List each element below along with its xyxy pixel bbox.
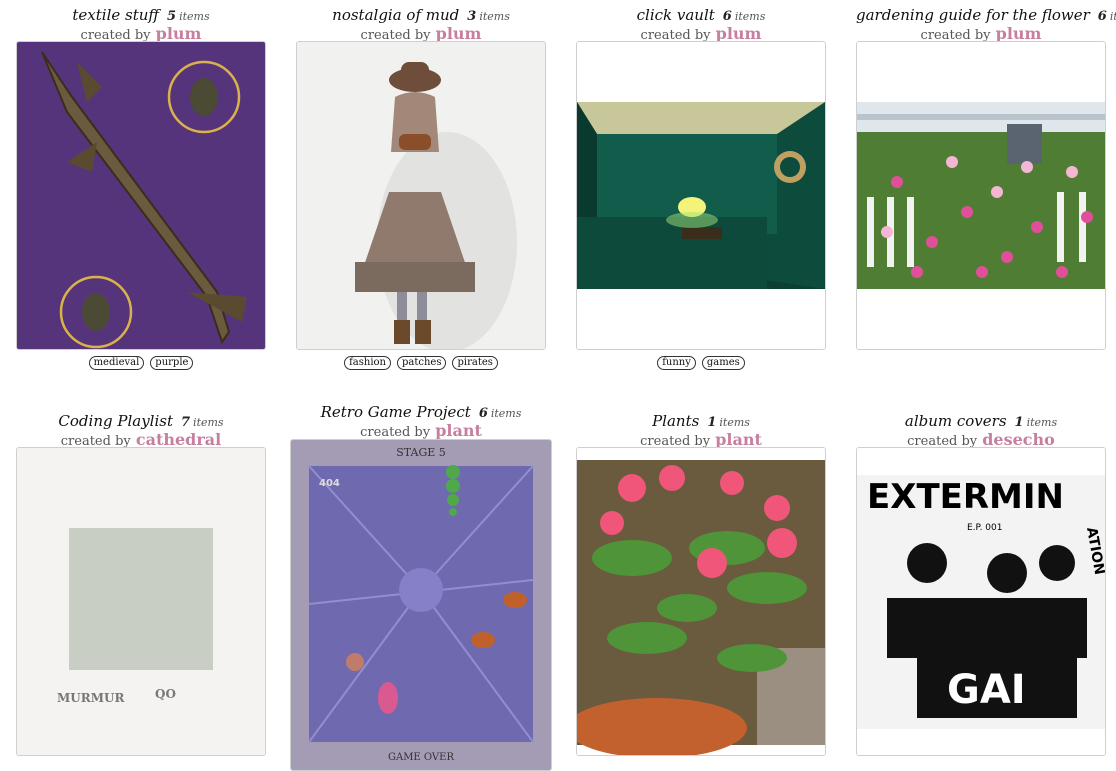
collection-title[interactable]: Coding Playlist <box>58 412 173 430</box>
collection-cover-image[interactable] <box>576 447 826 756</box>
tag-list: funny games <box>576 356 826 370</box>
item-count: 7 <box>181 415 191 430</box>
tag[interactable]: patches <box>397 356 447 370</box>
punk-cover: EXTERMIN ATION E.P. 001 GAI <box>857 448 1105 755</box>
collection-cover-image[interactable] <box>856 41 1106 350</box>
collection-card: gardening guide for the flower6items cre… <box>856 6 1116 350</box>
items-label: items <box>1026 416 1058 429</box>
cover-text-1: MURMUR <box>57 691 125 705</box>
collection-header: Retro Game Project 6 items created by plan… <box>290 403 552 441</box>
collection-title[interactable]: click vault <box>637 6 715 24</box>
cover-gai: GAI <box>947 667 1026 713</box>
collection-header: nostalgia of mud 3 items created by plum <box>296 6 546 44</box>
fashion-cover <box>297 42 545 349</box>
room-cover <box>577 42 825 349</box>
item-count: 5 <box>167 9 177 24</box>
item-count: 1 <box>707 415 717 430</box>
creator-link[interactable]: plant <box>435 421 482 440</box>
collection-card: click vault 6 items created by plum funny … <box>576 6 826 370</box>
items-label: items <box>490 407 522 420</box>
collection-title[interactable]: album covers <box>905 412 1007 430</box>
collection-cover-image[interactable]: MURMUR QO <box>16 447 266 756</box>
item-count: 6 <box>478 406 488 421</box>
collection-cover-image[interactable]: EXTERMIN ATION E.P. 001 GAI <box>856 447 1106 756</box>
tag-list: medieval purple <box>16 356 266 370</box>
ep-label: E.P. 001 <box>967 523 1002 533</box>
collection-title[interactable]: Retro Game Project <box>321 403 471 421</box>
plant-cover <box>577 448 825 755</box>
collection-card: Retro Game Project 6 items created by plan… <box>290 403 552 771</box>
score-label: 404 <box>319 478 340 489</box>
collection-title[interactable]: gardening guide for the flower <box>856 6 1090 24</box>
item-count: 1 <box>1014 415 1024 430</box>
item-count: 3 <box>467 9 477 24</box>
cover-text-2: QO <box>155 687 176 701</box>
collection-card: textile stuff 5 items created by plum medi… <box>16 6 266 370</box>
item-count: 6 <box>1097 9 1107 24</box>
collection-header: textile stuff 5 items created by plum <box>16 6 266 44</box>
garden-cover <box>857 42 1105 349</box>
collection-header: gardening guide for the flower6items cre… <box>856 6 1116 44</box>
collection-header: Coding Playlist 7 items created by cathedr… <box>16 412 266 450</box>
band-name: EXTERMIN <box>867 477 1064 517</box>
collection-card: nostalgia of mud 3 items created by plum f… <box>296 6 546 370</box>
tag[interactable]: purple <box>150 356 194 370</box>
created-by-label: created by <box>360 425 431 440</box>
collection-cover-image[interactable] <box>16 41 266 350</box>
collection-card: album covers 1 items created by desecho EX… <box>856 412 1106 756</box>
items-label: items <box>179 10 210 23</box>
collection-title[interactable]: nostalgia of mud <box>332 6 459 24</box>
collection-cover-image[interactable] <box>296 41 546 350</box>
tag[interactable]: medieval <box>88 356 145 370</box>
items-label: items <box>479 10 510 23</box>
game-over-label: GAME OVER <box>388 752 454 763</box>
collection-title[interactable]: textile stuff <box>72 6 159 24</box>
collection-title[interactable]: Plants <box>652 412 699 430</box>
collection-card: Coding Playlist 7 items created by cathedr… <box>16 412 266 756</box>
tag[interactable]: funny <box>657 356 696 370</box>
tag[interactable]: games <box>701 356 745 370</box>
tag-list: fashion patches pirates <box>296 356 546 370</box>
collection-cover-image[interactable] <box>576 41 826 350</box>
items-label: items <box>193 416 224 429</box>
stage-label: STAGE 5 <box>396 446 446 459</box>
tag[interactable]: fashion <box>344 356 391 370</box>
items-label: items <box>734 10 766 23</box>
album-cover: MURMUR QO <box>17 448 265 755</box>
collection-header: album covers 1 items created by desecho <box>856 412 1106 450</box>
collection-card: Plants 1 items created by plant <box>576 412 826 756</box>
collection-header: Plants 1 items created by plant <box>576 412 826 450</box>
item-count: 6 <box>722 9 732 24</box>
items-label: items <box>1109 10 1116 23</box>
tag[interactable]: pirates <box>452 356 498 370</box>
collection-header: click vault 6 items created by plum <box>576 6 826 44</box>
textile-cover <box>17 42 265 349</box>
game-cover: STAGE 5 404 GAME OVER <box>291 440 551 770</box>
collection-cover-image[interactable]: STAGE 5 404 GAME OVER <box>290 439 552 771</box>
items-label: items <box>719 416 750 429</box>
